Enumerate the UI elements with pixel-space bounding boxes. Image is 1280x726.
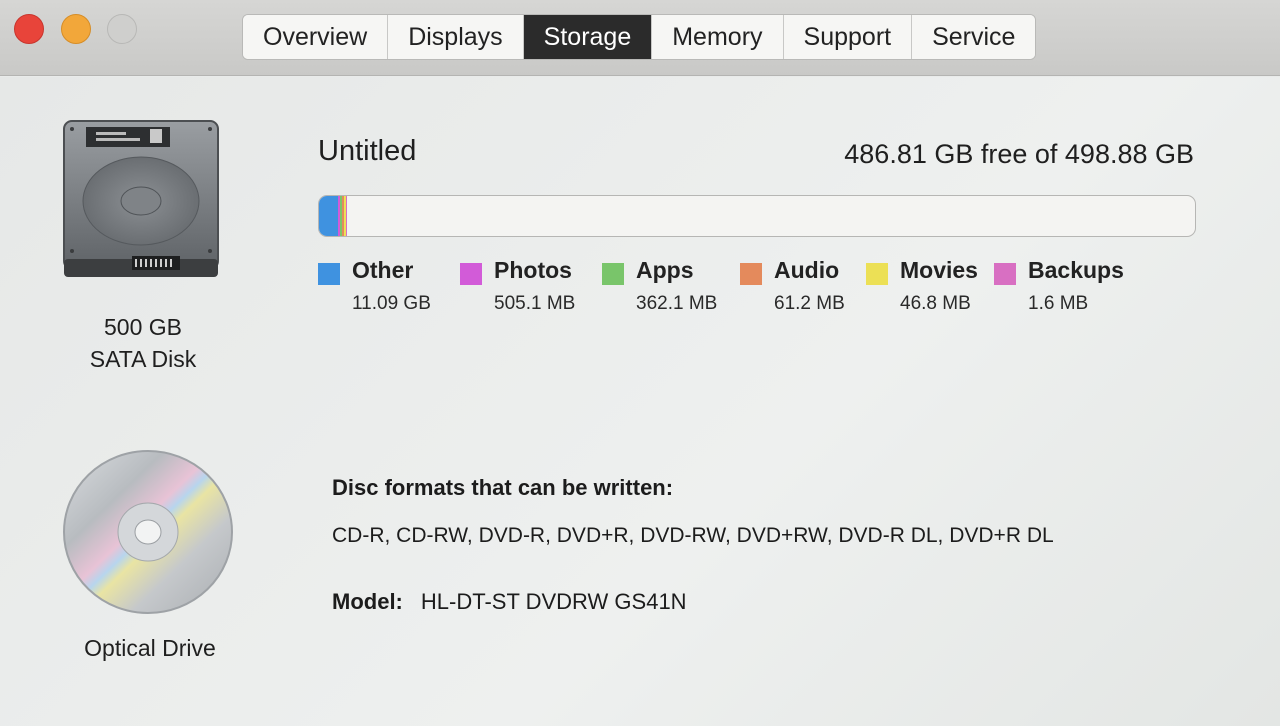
legend-swatch	[460, 263, 482, 285]
optical-model: Model: HL-DT-ST DVDRW GS41N	[332, 589, 687, 615]
optical-drive-label: Optical Drive	[84, 635, 216, 661]
legend-name: Backups	[1028, 257, 1124, 283]
usage-segment-other	[319, 196, 339, 236]
model-value: HL-DT-ST DVDRW GS41N	[420, 589, 687, 614]
legend-swatch	[740, 263, 762, 285]
window-titlebar: Overview Displays Storage Memory Support…	[0, 0, 1280, 76]
tab-overview[interactable]: Overview	[243, 15, 389, 59]
legend-name: Photos	[494, 257, 572, 283]
tab-displays[interactable]: Displays	[388, 15, 524, 59]
zoom-window-button[interactable]	[107, 14, 137, 44]
tab-service[interactable]: Service	[912, 15, 1036, 59]
legend-size: 1.6 MB	[1028, 293, 1089, 314]
disc-formats-title: Disc formats that can be written:	[332, 475, 674, 500]
optical-disc-icon	[63, 450, 233, 614]
model-label: Model:	[332, 589, 403, 614]
legend-name: Other	[352, 257, 414, 283]
disk-label: 500 GB SATA Disk	[40, 311, 246, 375]
legend-swatch	[866, 263, 888, 285]
legend-swatch	[602, 263, 624, 285]
legend-size: 362.1 MB	[636, 293, 718, 314]
tab-memory[interactable]: Memory	[652, 15, 784, 59]
legend-name: Movies	[900, 257, 978, 283]
legend-size: 61.2 MB	[774, 293, 845, 314]
disc-formats-list: CD-R, CD-RW, DVD-R, DVD+R, DVD-RW, DVD+R…	[332, 524, 1054, 547]
volume-free-space: 486.81 GB free of 498.88 GB	[844, 139, 1194, 169]
minimize-window-button[interactable]	[61, 14, 91, 44]
legend-size: 11.09 GB	[352, 293, 431, 314]
tab-storage[interactable]: Storage	[523, 15, 653, 59]
disk-capacity: 500 GB	[104, 314, 182, 340]
hard-disk-icon	[63, 120, 219, 277]
usage-segment-backups	[346, 196, 348, 236]
volume-name: Untitled	[318, 135, 417, 167]
legend-swatch	[994, 263, 1016, 285]
legend-size: 46.8 MB	[900, 293, 971, 314]
storage-legend: Other 11.09 GB Photos 505.1 MB Apps 362.…	[318, 257, 1198, 327]
legend-name: Apps	[636, 257, 694, 283]
tab-support[interactable]: Support	[783, 15, 913, 59]
disk-type: SATA Disk	[89, 346, 197, 372]
legend-name: Audio	[774, 257, 840, 283]
legend-swatch	[318, 263, 340, 285]
legend-size: 505.1 MB	[494, 293, 576, 314]
storage-pane: 500 GB SATA Disk Untitled 486.81 GB free…	[0, 77, 1280, 726]
storage-usage-bar	[318, 195, 1196, 237]
tab-bar: Overview Displays Storage Memory Support…	[242, 14, 1037, 60]
close-window-button[interactable]	[14, 14, 44, 44]
